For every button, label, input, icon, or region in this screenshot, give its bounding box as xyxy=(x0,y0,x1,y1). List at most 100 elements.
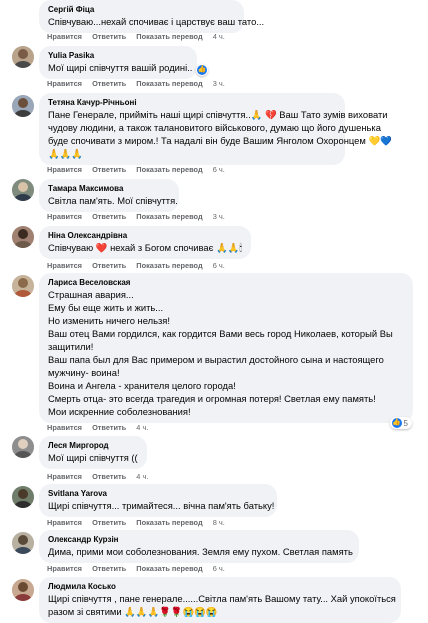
comment-bubble: Тетяна Качур-Річньоні Пане Генерале, при… xyxy=(39,93,392,165)
comment-author[interactable]: Сергій Фіца xyxy=(48,4,235,15)
avatar[interactable] xyxy=(12,275,34,297)
comment-author[interactable]: Людмила Косько xyxy=(48,581,392,592)
comment-text: Щирі співчуття... тримайтеся... вічна па… xyxy=(48,500,275,511)
avatar[interactable] xyxy=(12,226,34,248)
comment-text-line: Мои искренние соболезнования! xyxy=(48,406,191,417)
comment-actions: Нравится Ответить Показать перевод 3 ч. xyxy=(47,212,233,221)
comment-bubble: Лариса Веселовская Страшная авария... Ем… xyxy=(39,273,413,423)
translate-link[interactable]: Показать перевод xyxy=(136,564,202,573)
reaction-count: 5 xyxy=(403,418,408,428)
comment-text-line: Смерть отца- это всегда трагедия и огром… xyxy=(48,393,376,404)
comment-author[interactable]: Ніна Олександрівна xyxy=(48,230,242,241)
comment-actions: Нравится Ответить Показать перевод 3 ч. xyxy=(47,79,233,88)
reply-link[interactable]: Ответить xyxy=(92,472,126,481)
comment-actions: Нравится Ответить Показать перевод 4 ч. xyxy=(47,32,233,41)
comment-bubble: Ніна Олександрівна Співчуваю ❤️ нехай з … xyxy=(39,226,251,259)
comment-author[interactable]: Тетяна Качур-Річньоні xyxy=(48,97,336,108)
comment-time[interactable]: 6 ч. xyxy=(213,261,225,270)
comment-text: Співчуваю...нехай спочиває і царствує ва… xyxy=(48,16,265,27)
like-icon: 👍 xyxy=(197,65,207,75)
comment-text-line: чудову людини, а також талановитого війс… xyxy=(48,122,381,133)
comment-time[interactable]: 4 ч. xyxy=(136,423,148,432)
reply-link[interactable]: Ответить xyxy=(92,212,126,221)
reply-link[interactable]: Ответить xyxy=(92,423,126,432)
comment-text-line: Ему бы еще жить и жить... xyxy=(48,302,164,313)
comment-text: Світла пам'ять. Мої співчуття. xyxy=(48,195,178,206)
like-link[interactable]: Нравится xyxy=(47,79,82,88)
translate-link[interactable]: Показать перевод xyxy=(136,32,202,41)
comment-text-line: Пане Генерале, прийміть наші щирі співчу… xyxy=(48,109,388,120)
comment-bubble: Тамара Максимова Світла пам'ять. Мої спі… xyxy=(39,179,179,212)
avatar[interactable] xyxy=(12,532,34,554)
comment-author[interactable]: Олександр Курзін xyxy=(48,534,350,545)
comment-text: Мої щирі співчуття (( xyxy=(48,452,138,463)
reply-link[interactable]: Ответить xyxy=(92,32,126,41)
avatar[interactable] xyxy=(12,486,34,508)
reply-link[interactable]: Ответить xyxy=(92,261,126,270)
comment-text-line: Ваш папа был для Вас примером и вырастил… xyxy=(48,354,384,365)
comment-text: Співчуваю ❤️ нехай з Богом спочиває 🙏🙏🕯 xyxy=(48,242,243,253)
comment-text-line: защитили! xyxy=(48,341,94,352)
comment-text-line: Щирі співчуття , пане генерале......Світ… xyxy=(48,593,396,604)
comment-actions: Нравится Ответить Показать перевод 8 ч. xyxy=(47,518,233,527)
comment-text-line: разом зі святими 🙏🙏🙏🌹🌹😭😭😭 xyxy=(48,606,218,617)
comment-actions: Нравится Ответить 4 ч. xyxy=(47,423,156,432)
comment-text-line: Страшная авария... xyxy=(48,289,134,300)
comment-text-line: буде спочивати з миром.! Та надалі він б… xyxy=(48,135,392,146)
comment-actions: Нравится Ответить Показать перевод 6 ч. xyxy=(47,165,233,174)
comment-text: Дима, прими мои соболезнования. Земля ем… xyxy=(48,546,353,557)
translate-link[interactable]: Показать перевод xyxy=(136,518,202,527)
avatar[interactable] xyxy=(12,95,34,117)
like-link[interactable]: Нравится xyxy=(47,518,82,527)
comment-time[interactable]: 3 ч. xyxy=(213,79,225,88)
comment-time[interactable]: 4 ч. xyxy=(213,32,225,41)
comment-bubble: Людмила Косько Щирі співчуття , пане ген… xyxy=(39,577,401,623)
like-link[interactable]: Нравится xyxy=(47,165,82,174)
avatar[interactable] xyxy=(12,179,34,201)
comment-actions: Нравится Ответить 4 ч. xyxy=(47,472,156,481)
translate-link[interactable]: Показать перевод xyxy=(136,261,202,270)
comment-text-line: мужчину- воина! xyxy=(48,367,120,378)
comment-time[interactable]: 8 ч. xyxy=(213,518,225,527)
like-icon: 👍 xyxy=(391,418,402,428)
comment-bubble: Svitlana Yarova Щирі співчуття... тримай… xyxy=(39,484,277,517)
comment-author[interactable]: Svitlana Yarova xyxy=(48,488,268,499)
like-link[interactable]: Нравится xyxy=(47,32,82,41)
comments-feed: Сергій Фіца Співчуваю...нехай спочиває і… xyxy=(0,0,428,623)
comment-time[interactable]: 6 ч. xyxy=(213,564,225,573)
comment-bubble: Yulia Pasika Мої щирі співчуття вашій ро… xyxy=(39,46,197,79)
reaction-badge[interactable]: 👍 xyxy=(196,64,208,76)
comment-actions: Нравится Ответить Показать перевод 6 ч. xyxy=(47,261,233,270)
avatar[interactable] xyxy=(12,436,34,458)
like-link[interactable]: Нравится xyxy=(47,472,82,481)
reply-link[interactable]: Ответить xyxy=(92,165,126,174)
avatar[interactable] xyxy=(12,579,34,601)
like-link[interactable]: Нравится xyxy=(47,564,82,573)
like-link[interactable]: Нравится xyxy=(47,261,82,270)
avatar[interactable] xyxy=(12,46,34,68)
comment-bubble: Сергій Фіца Співчуваю...нехай спочиває і… xyxy=(39,0,265,33)
comment-text-line: Но изменить ничего нельзя! xyxy=(48,315,170,326)
reply-link[interactable]: Ответить xyxy=(92,564,126,573)
comment-author[interactable]: Yulia Pasika xyxy=(48,50,188,61)
comment-author[interactable]: Леся Миргород xyxy=(48,440,138,451)
comment-text: Мої щирі співчуття вашій родині.. xyxy=(48,62,193,73)
comment-text-line: Воина и Ангела - хранителя целого города… xyxy=(48,380,236,391)
comment-time[interactable]: 3 ч. xyxy=(213,212,225,221)
comment-actions: Нравится Ответить Показать перевод 6 ч. xyxy=(47,564,233,573)
comment-text-line: 🙏🙏🙏 xyxy=(48,148,84,159)
like-link[interactable]: Нравится xyxy=(47,212,82,221)
reply-link[interactable]: Ответить xyxy=(92,518,126,527)
comment-text-line: Ваш отец Вами гордился, как гордится Вам… xyxy=(48,328,393,339)
comment-time[interactable]: 4 ч. xyxy=(136,472,148,481)
comment-time[interactable]: 6 ч. xyxy=(213,165,225,174)
like-link[interactable]: Нравится xyxy=(47,423,82,432)
reaction-badge[interactable]: 👍 5 xyxy=(389,417,412,429)
translate-link[interactable]: Показать перевод xyxy=(136,165,202,174)
comment-author[interactable]: Лариса Веселовская xyxy=(48,277,404,288)
translate-link[interactable]: Показать перевод xyxy=(136,212,202,221)
comment-bubble: Леся Миргород Мої щирі співчуття (( xyxy=(39,436,147,469)
reply-link[interactable]: Ответить xyxy=(92,79,126,88)
comment-author[interactable]: Тамара Максимова xyxy=(48,183,170,194)
translate-link[interactable]: Показать перевод xyxy=(136,79,202,88)
